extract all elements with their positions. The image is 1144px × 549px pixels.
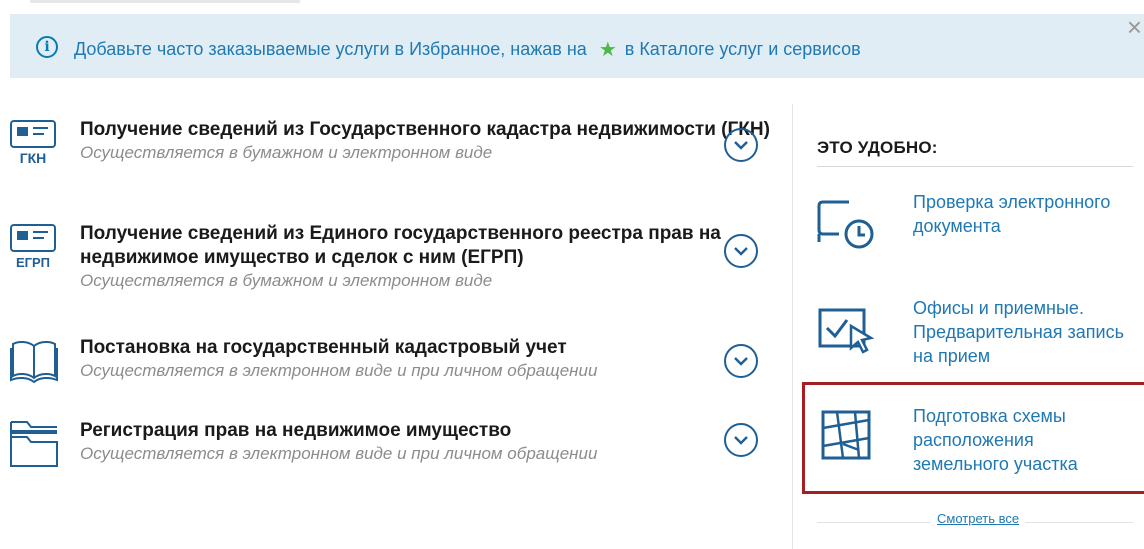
info-icon: i xyxy=(36,36,58,58)
service-item-egrp[interactable]: ЕГРП Получение сведений из Единого госуд… xyxy=(10,222,780,292)
chevron-down-icon xyxy=(734,247,748,256)
sidebar-item-label[interactable]: Офисы и приемные. Предварительная запись… xyxy=(913,296,1133,368)
expand-button[interactable] xyxy=(724,423,758,457)
cut-off-header xyxy=(30,0,300,3)
expand-button[interactable] xyxy=(724,128,758,162)
chevron-down-icon xyxy=(734,436,748,445)
highlight-frame xyxy=(802,382,1144,494)
svg-text:ЕГРП: ЕГРП xyxy=(16,255,50,270)
service-title[interactable]: Получение сведений из Единого государств… xyxy=(80,222,780,270)
service-title[interactable]: Получение сведений из Государственного к… xyxy=(80,118,780,142)
expand-button[interactable] xyxy=(724,234,758,268)
window-cursor-icon xyxy=(818,308,875,354)
favorites-info-banner: i Добавьте часто заказываемые услуги в И… xyxy=(10,14,1144,78)
sidebar-item-offices[interactable]: Офисы и приемные. Предварительная запись… xyxy=(817,296,1133,368)
divider xyxy=(817,166,1133,167)
sidebar-item-label[interactable]: Проверка электронного документа xyxy=(913,190,1133,238)
banner-text-before: Добавьте часто заказываемые услуги в Изб… xyxy=(74,39,587,59)
service-item-rights-registration[interactable]: Регистрация прав на недвижимое имущество… xyxy=(10,419,780,467)
see-all-link[interactable]: Смотреть все xyxy=(931,511,1026,526)
chevron-down-icon xyxy=(734,141,748,150)
sidebar-heading: ЭТО УДОБНО: xyxy=(817,138,938,157)
gkn-document-icon: ГКН xyxy=(10,120,56,166)
sidebar-item-document-check[interactable]: Проверка электронного документа xyxy=(817,190,1133,252)
star-icon: ★ xyxy=(598,39,617,61)
monitor-clock-icon xyxy=(817,200,874,249)
service-subtitle: Осуществляется в бумажном и электронном … xyxy=(80,143,493,162)
egrp-document-icon: ЕГРП xyxy=(10,224,56,270)
service-subtitle: Осуществляется в бумажном и электронном … xyxy=(80,271,493,290)
close-banner-button[interactable]: × xyxy=(1127,14,1142,40)
chevron-down-icon xyxy=(734,357,748,366)
banner-text-after: в Каталоге услуг и сервисов xyxy=(624,39,861,59)
service-subtitle: Осуществляется в электронном виде и при … xyxy=(80,361,598,380)
svg-text:ГКН: ГКН xyxy=(20,150,47,166)
service-item-cadastral-registration[interactable]: Постановка на государственный кадастровы… xyxy=(10,336,780,384)
service-subtitle: Осуществляется в электронном виде и при … xyxy=(80,444,598,463)
service-item-gkn[interactable]: ГКН Получение сведений из Государственно… xyxy=(10,118,780,166)
banner-message: Добавьте часто заказываемые услуги в Изб… xyxy=(74,37,861,62)
open-book-icon xyxy=(10,340,58,384)
expand-button[interactable] xyxy=(724,344,758,378)
service-title[interactable]: Постановка на государственный кадастровы… xyxy=(80,336,780,360)
folder-icon xyxy=(10,421,58,467)
service-title[interactable]: Регистрация прав на недвижимое имущество xyxy=(80,419,780,443)
